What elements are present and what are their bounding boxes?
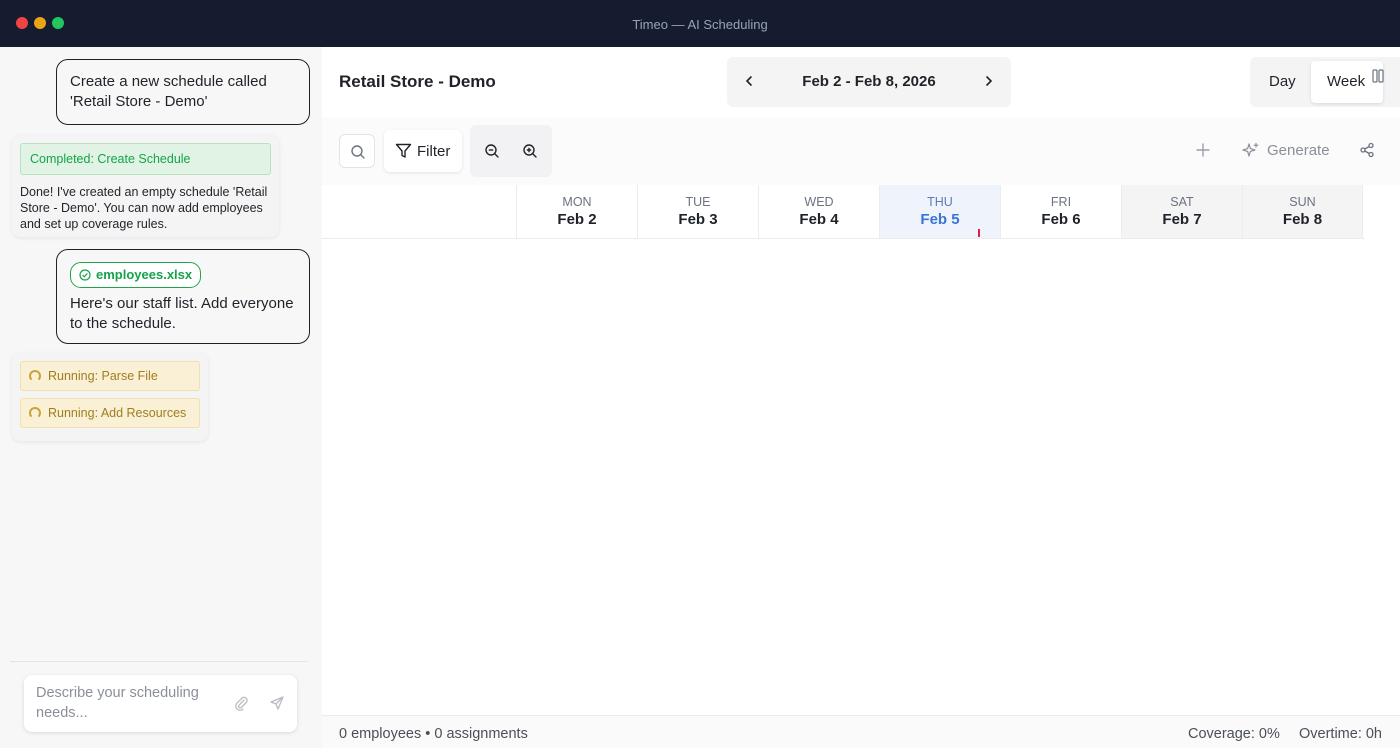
schedule-toolbar: Filter Generate	[322, 117, 1400, 185]
schedule-title: Retail Store - Demo	[339, 72, 496, 91]
day-of-week: THU	[927, 195, 953, 209]
user-message: employees.xlsx Here's our staff list. Ad…	[56, 249, 310, 344]
send-icon[interactable]	[269, 695, 285, 711]
message-text: Here's our staff list. Add everyone to t…	[70, 295, 294, 332]
day-column-header[interactable]: FRI Feb 6	[1000, 185, 1121, 238]
chevron-right-icon[interactable]	[981, 72, 997, 90]
day-of-week: SAT	[1170, 195, 1194, 209]
view-day-button[interactable]: Day	[1269, 73, 1296, 90]
paperclip-icon[interactable]	[233, 695, 249, 711]
status-footer: 0 employees • 0 assignments Coverage: 0%…	[322, 715, 1400, 748]
day-date: Feb 7	[1162, 211, 1202, 228]
day-date: Feb 8	[1282, 211, 1323, 228]
window-titlebar: Timeo — AI Scheduling	[0, 0, 1400, 47]
day-date: Feb 5	[920, 211, 960, 228]
day-date: Feb 3	[678, 211, 718, 228]
tool-status-running: Running: Parse File	[20, 361, 200, 391]
day-of-week: WED	[804, 195, 834, 209]
day-column-header[interactable]: MON Feb 2	[516, 185, 637, 238]
zoom-out-icon[interactable]	[484, 143, 500, 159]
schedule-main: Retail Store - Demo Feb 2 - Feb 8, 2026 …	[322, 47, 1400, 748]
chat-input-placeholder: Describe your scheduling needs...	[36, 685, 199, 721]
search-button[interactable]	[339, 134, 375, 168]
week-day-header: MON Feb 2 TUE Feb 3 WED Feb 4 THU Feb 5 …	[322, 185, 1365, 239]
day-column-header[interactable]: WED Feb 4	[758, 185, 879, 238]
coverage-stat: Coverage: 0%	[1188, 726, 1280, 742]
assistant-message: Running: Parse File Running: Add Resourc…	[12, 353, 208, 441]
sparkles-icon	[1242, 142, 1259, 157]
columns-icon[interactable]	[1372, 69, 1384, 83]
search-icon	[351, 145, 365, 159]
generate-label: Generate	[1267, 142, 1330, 159]
zoom-controls	[470, 125, 552, 177]
day-column-header-weekend[interactable]: SUN Feb 8	[1242, 185, 1363, 238]
share-icon[interactable]	[1359, 142, 1375, 158]
tool-status-running: Running: Add Resources	[20, 398, 200, 428]
day-column-header-weekend[interactable]: SAT Feb 7	[1121, 185, 1242, 238]
check-circle-icon	[79, 269, 91, 281]
chat-divider	[10, 661, 308, 662]
message-text: Done! I've created an empty schedule 'Re…	[20, 185, 268, 231]
user-message: Create a new schedule called 'Retail Sto…	[56, 59, 310, 125]
schedule-counts: 0 employees • 0 assignments	[339, 726, 528, 742]
overtime-stat: Overtime: 0h	[1299, 726, 1382, 742]
date-range-label[interactable]: Feb 2 - Feb 8, 2026	[727, 73, 1011, 90]
date-navigator: Feb 2 - Feb 8, 2026	[727, 57, 1011, 107]
spinner-icon	[29, 370, 41, 382]
current-time-marker	[978, 229, 980, 237]
view-week-label: Week	[1327, 73, 1366, 90]
day-column-header-today[interactable]: THU Feb 5	[879, 185, 1000, 238]
attachment-name: employees.xlsx	[96, 267, 193, 282]
day-date: Feb 4	[799, 211, 839, 228]
chat-sidebar: Create a new schedule called 'Retail Sto…	[0, 47, 322, 748]
message-text: Create a new schedule called 'Retail Sto…	[70, 73, 267, 110]
filter-label: Filter	[417, 143, 451, 160]
running-label: Running: Parse File	[48, 369, 158, 383]
day-date: Feb 2	[557, 211, 597, 228]
add-icon[interactable]	[1195, 142, 1211, 158]
day-date: Feb 6	[1041, 211, 1081, 228]
day-of-week: MON	[562, 195, 592, 209]
tool-status-completed: Completed: Create Schedule	[20, 143, 271, 175]
chat-input[interactable]: Describe your scheduling needs...	[24, 675, 297, 732]
assistant-message: Completed: Create Schedule Done! I've cr…	[12, 135, 279, 237]
zoom-in-icon[interactable]	[522, 143, 538, 159]
window-title: Timeo — AI Scheduling	[632, 17, 768, 32]
day-of-week: TUE	[685, 195, 711, 209]
running-label: Running: Add Resources	[48, 406, 187, 420]
attachment-chip[interactable]: employees.xlsx	[70, 262, 202, 288]
spinner-icon	[29, 407, 41, 419]
filter-icon	[395, 143, 412, 158]
day-column-header[interactable]: TUE Feb 3	[637, 185, 758, 238]
day-of-week: FRI	[1050, 195, 1072, 209]
day-of-week: SUN	[1289, 195, 1316, 209]
filter-button[interactable]: Filter	[384, 130, 462, 172]
